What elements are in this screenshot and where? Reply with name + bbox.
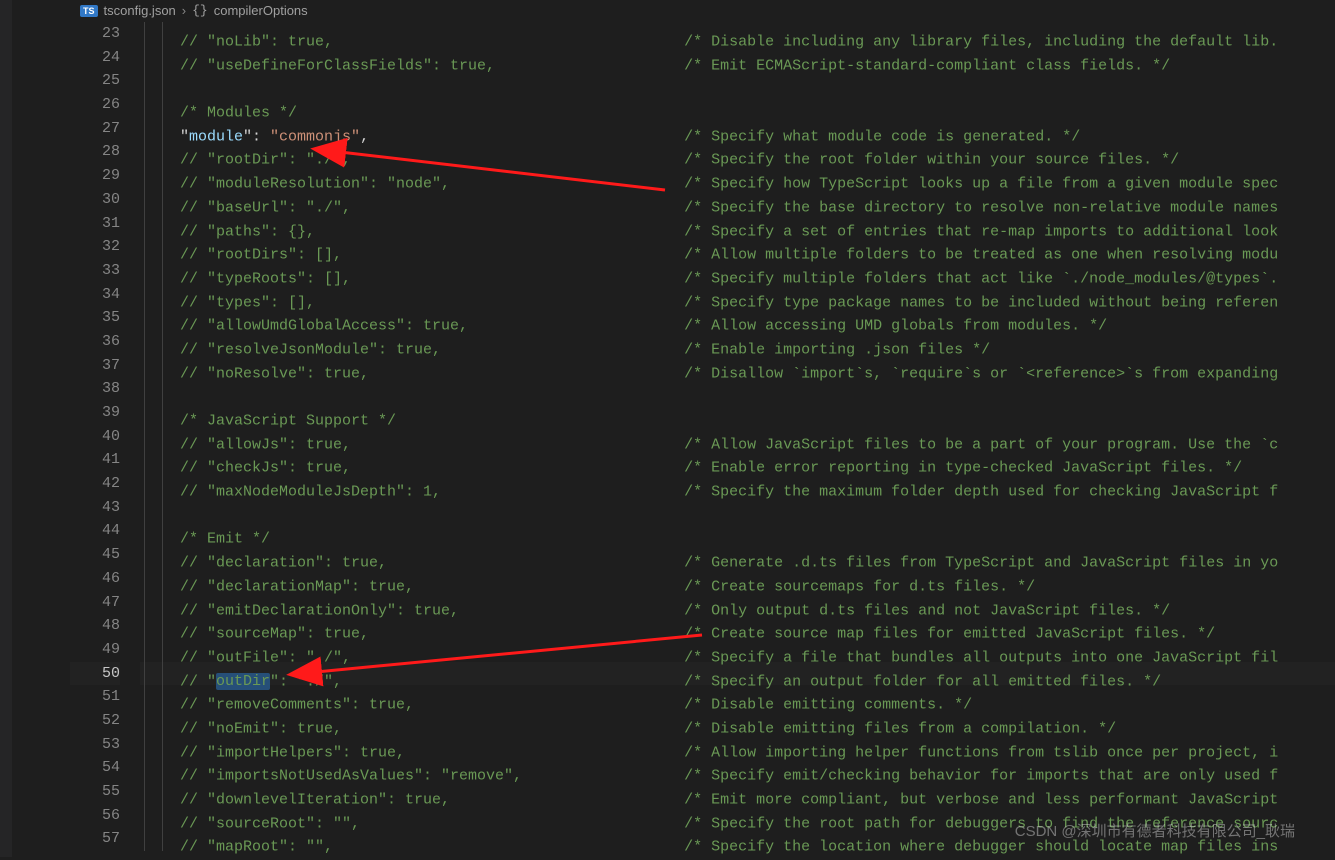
- code-line[interactable]: // "resolveJsonModule": true, /* Enable …: [140, 330, 1335, 354]
- code-line[interactable]: // "noResolve": true, /* Disallow `impor…: [140, 354, 1335, 378]
- code-content[interactable]: // "noLib": true, /* Disable including a…: [140, 22, 1335, 857]
- code-line[interactable]: // "outDir": "./", /* Specify an output …: [140, 662, 1335, 686]
- code-line[interactable]: // "moduleResolution": "node", /* Specif…: [140, 164, 1335, 188]
- line-number[interactable]: 31: [70, 212, 120, 236]
- code-line[interactable]: // "checkJs": true, /* Enable error repo…: [140, 448, 1335, 472]
- code-line[interactable]: "module": "commonjs", /* Specify what mo…: [140, 117, 1335, 141]
- line-number[interactable]: 33: [70, 259, 120, 283]
- code-line[interactable]: // "noEmit": true, /* Disable emitting f…: [140, 709, 1335, 733]
- line-number[interactable]: 51: [70, 685, 120, 709]
- line-number[interactable]: 57: [70, 827, 120, 851]
- line-number[interactable]: 47: [70, 591, 120, 615]
- code-line[interactable]: // "removeComments": true, /* Disable em…: [140, 685, 1335, 709]
- line-number[interactable]: 23: [70, 22, 120, 46]
- sidebar[interactable]: [12, 0, 70, 857]
- line-number[interactable]: 44: [70, 519, 120, 543]
- line-number[interactable]: 45: [70, 543, 120, 567]
- code-line[interactable]: // "paths": {}, /* Specify a set of entr…: [140, 212, 1335, 236]
- code-line[interactable]: // "sourceRoot": "", /* Specify the root…: [140, 804, 1335, 828]
- code-line[interactable]: // "allowUmdGlobalAccess": true, /* Allo…: [140, 306, 1335, 330]
- ts-file-icon: TS: [80, 5, 98, 17]
- code-line[interactable]: [140, 377, 1335, 401]
- line-number[interactable]: 48: [70, 614, 120, 638]
- line-number[interactable]: 54: [70, 756, 120, 780]
- code-line[interactable]: // "rootDir": "./", /* Specify the root …: [140, 140, 1335, 164]
- line-number[interactable]: 34: [70, 283, 120, 307]
- line-number[interactable]: 55: [70, 780, 120, 804]
- line-number[interactable]: 32: [70, 235, 120, 259]
- line-number[interactable]: 43: [70, 496, 120, 520]
- code-editor[interactable]: 2324252627282930313233343536373839404142…: [70, 22, 1335, 857]
- code-line[interactable]: // "maxNodeModuleJsDepth": 1, /* Specify…: [140, 472, 1335, 496]
- chevron-right-icon: ›: [182, 3, 186, 18]
- code-line[interactable]: /* JavaScript Support */: [140, 401, 1335, 425]
- line-number[interactable]: 46: [70, 567, 120, 591]
- code-line[interactable]: // "importHelpers": true, /* Allow impor…: [140, 733, 1335, 757]
- code-line[interactable]: // "noLib": true, /* Disable including a…: [140, 22, 1335, 46]
- code-line[interactable]: // "typeRoots": [], /* Specify multiple …: [140, 259, 1335, 283]
- line-number[interactable]: 28: [70, 140, 120, 164]
- line-number[interactable]: 42: [70, 472, 120, 496]
- line-number[interactable]: 53: [70, 733, 120, 757]
- line-number[interactable]: 27: [70, 117, 120, 141]
- breadcrumb-file[interactable]: tsconfig.json: [104, 3, 176, 18]
- line-number[interactable]: 37: [70, 354, 120, 378]
- code-line[interactable]: // "importsNotUsedAsValues": "remove", /…: [140, 756, 1335, 780]
- code-line[interactable]: /* Emit */: [140, 519, 1335, 543]
- line-number[interactable]: 24: [70, 46, 120, 70]
- code-line[interactable]: // "allowJs": true, /* Allow JavaScript …: [140, 425, 1335, 449]
- breadcrumb[interactable]: TS tsconfig.json › {} compilerOptions: [80, 3, 308, 18]
- line-number[interactable]: 41: [70, 448, 120, 472]
- code-line[interactable]: [140, 69, 1335, 93]
- code-line[interactable]: [140, 496, 1335, 520]
- code-line[interactable]: // "outFile": "./", /* Specify a file th…: [140, 638, 1335, 662]
- line-number[interactable]: 50: [70, 662, 120, 686]
- line-number[interactable]: 38: [70, 377, 120, 401]
- code-line[interactable]: // "emitDeclarationOnly": true, /* Only …: [140, 591, 1335, 615]
- line-number[interactable]: 25: [70, 69, 120, 93]
- breadcrumb-symbol[interactable]: compilerOptions: [214, 3, 308, 18]
- code-line[interactable]: // "rootDirs": [], /* Allow multiple fol…: [140, 235, 1335, 259]
- line-number[interactable]: 49: [70, 638, 120, 662]
- code-line[interactable]: // "useDefineForClassFields": true, /* E…: [140, 46, 1335, 70]
- line-number[interactable]: 40: [70, 425, 120, 449]
- code-line[interactable]: // "baseUrl": "./", /* Specify the base …: [140, 188, 1335, 212]
- code-line[interactable]: // "sourceMap": true, /* Create source m…: [140, 614, 1335, 638]
- line-number[interactable]: 56: [70, 804, 120, 828]
- line-number-gutter[interactable]: 2324252627282930313233343536373839404142…: [70, 22, 140, 857]
- line-number[interactable]: 30: [70, 188, 120, 212]
- line-number[interactable]: 52: [70, 709, 120, 733]
- line-number[interactable]: 26: [70, 93, 120, 117]
- code-line[interactable]: // "declarationMap": true, /* Create sou…: [140, 567, 1335, 591]
- code-line[interactable]: // "mapRoot": "", /* Specify the locatio…: [140, 827, 1335, 851]
- code-line[interactable]: // "types": [], /* Specify type package …: [140, 283, 1335, 307]
- activity-bar[interactable]: [0, 0, 12, 857]
- line-number[interactable]: 29: [70, 164, 120, 188]
- line-number[interactable]: 36: [70, 330, 120, 354]
- line-number[interactable]: 39: [70, 401, 120, 425]
- code-line[interactable]: // "declaration": true, /* Generate .d.t…: [140, 543, 1335, 567]
- line-number[interactable]: 35: [70, 306, 120, 330]
- braces-icon: {}: [192, 3, 208, 18]
- code-line[interactable]: /* Modules */: [140, 93, 1335, 117]
- code-line[interactable]: // "downlevelIteration": true, /* Emit m…: [140, 780, 1335, 804]
